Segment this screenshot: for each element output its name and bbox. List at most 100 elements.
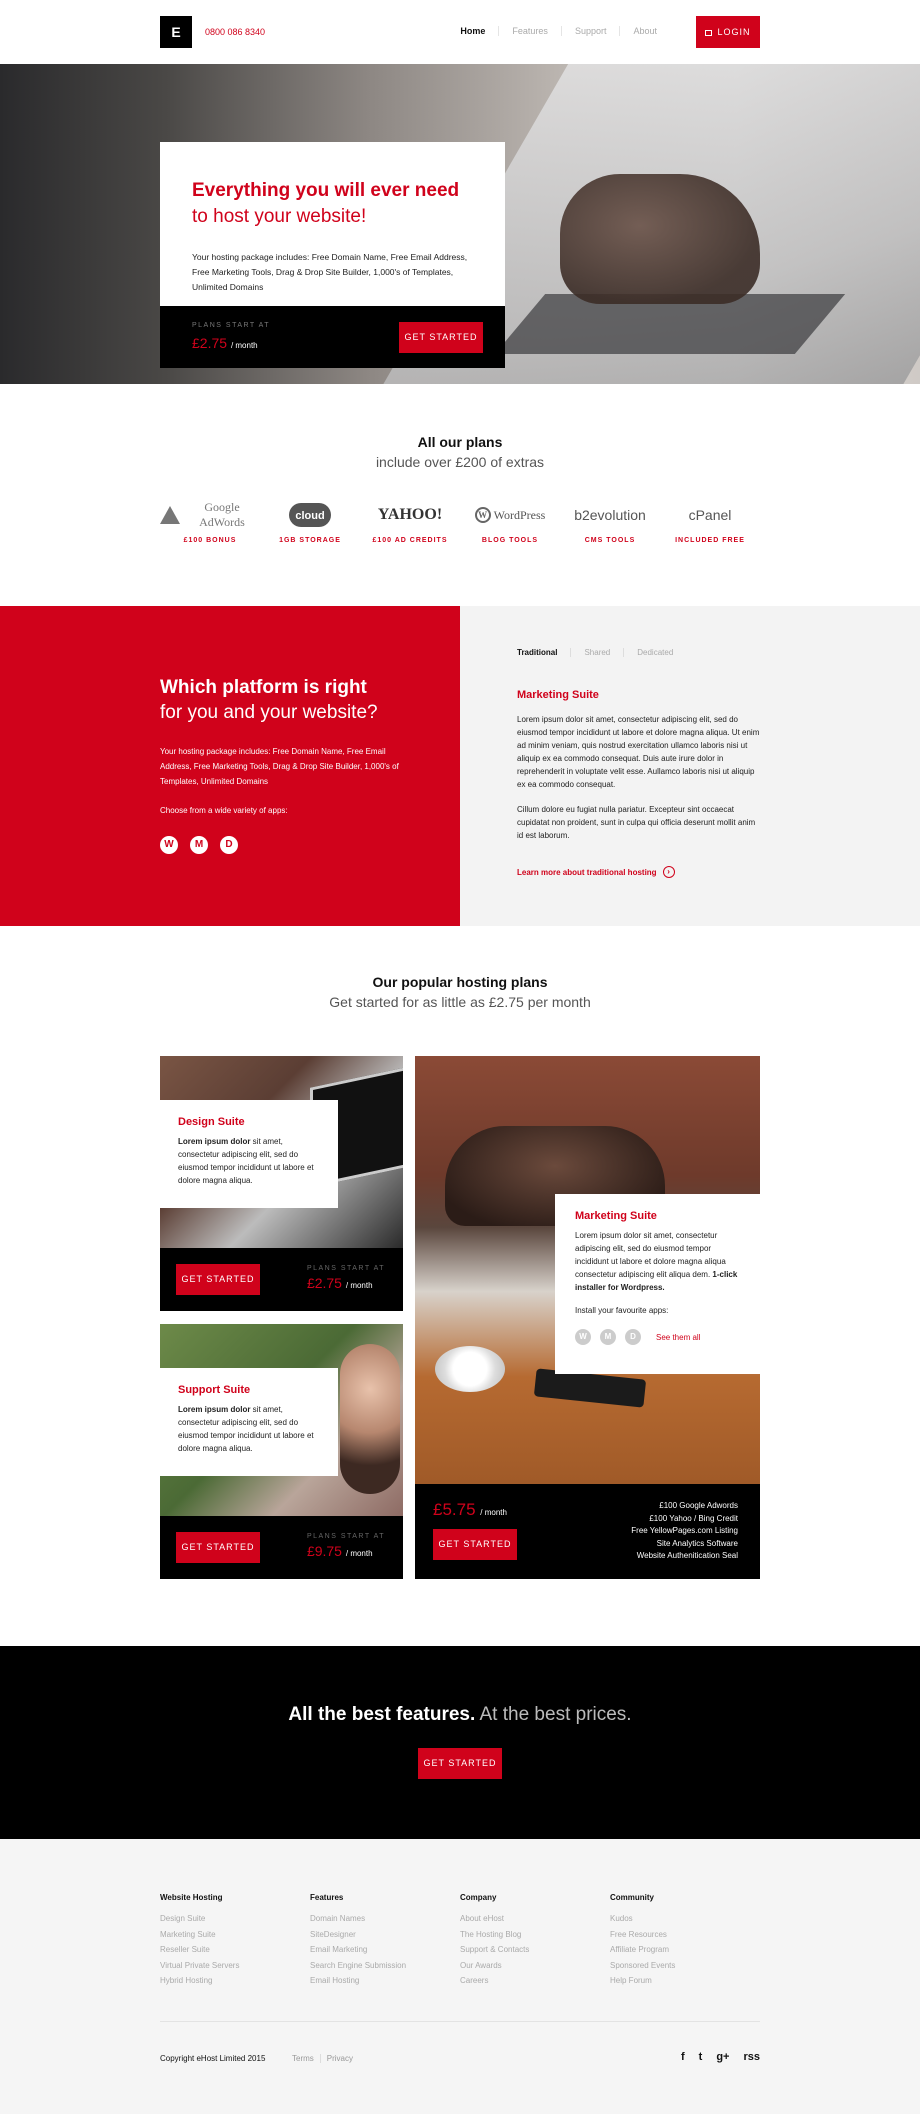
plans-title: All our plans [417, 434, 503, 450]
magento-icon[interactable]: M [190, 836, 208, 854]
drupal-icon[interactable]: D [625, 1329, 641, 1345]
site-logo[interactable]: E [160, 16, 192, 48]
twitter-icon[interactable]: t [699, 2051, 703, 2063]
plans-subtitle: include over £200 of extras [375, 454, 545, 470]
footer-link[interactable]: Affiliate Program [610, 1942, 760, 1958]
yahoo-logo: YAHOO! [377, 506, 443, 523]
google-plus-icon[interactable]: g+ [716, 2051, 729, 2063]
support-suite-card: Support Suite Lorem ipsum dolor sit amet… [160, 1324, 403, 1579]
nav-features[interactable]: Features [498, 26, 561, 36]
footer-link[interactable]: Email Hosting [310, 1973, 460, 1989]
footer-link[interactable]: Our Awards [460, 1958, 610, 1974]
popular-title: Our popular hosting plans [372, 974, 548, 990]
panel-paragraph-1: Lorem ipsum dolor sit amet, consectetur … [517, 715, 760, 789]
marketing-feature-list: £100 Google Adwords £100 Yahoo / Bing Cr… [631, 1500, 738, 1563]
footer-link[interactable]: About eHost [460, 1911, 610, 1927]
social-links: f t g+ rss [667, 2051, 760, 2063]
panel-title: Marketing Suite [517, 689, 599, 701]
design-suite-title: Design Suite [178, 1116, 245, 1128]
support-suite-info: Support Suite Lorem ipsum dolor sit amet… [160, 1368, 338, 1476]
see-all-apps-link[interactable]: See them all [656, 1333, 700, 1342]
wordpress-icon[interactable]: W [575, 1329, 591, 1345]
footer-link[interactable]: Kudos [610, 1911, 760, 1927]
footer-link[interactable]: Reseller Suite [160, 1942, 310, 1958]
footer-link[interactable]: SiteDesigner [310, 1927, 460, 1943]
plans-grid: Design Suite Lorem ipsum dolor sit amet,… [160, 1056, 760, 1584]
footer-link[interactable]: Support & Contacts [460, 1942, 610, 1958]
footer-link[interactable]: Marketing Suite [160, 1927, 310, 1943]
platform-section: Which platform is right for you and your… [0, 606, 920, 926]
brand-caption: INCLUDED FREE [675, 537, 745, 544]
login-button[interactable]: LOGIN [696, 16, 760, 48]
footer-link[interactable]: Free Resources [610, 1927, 760, 1943]
drupal-icon[interactable]: D [220, 836, 238, 854]
feature-item: Free YellowPages.com Listing [631, 1526, 738, 1535]
feature-item: Site Analytics Software [656, 1538, 738, 1548]
footer-column-hosting: Website Hosting Design Suite Marketing S… [160, 1893, 310, 1989]
support-suite-get-started-button[interactable]: GET STARTED [176, 1532, 260, 1563]
legal-links: Terms Privacy [286, 2053, 360, 2063]
footer-link[interactable]: Email Marketing [310, 1942, 460, 1958]
brand-yahoo: YAHOO! £100 AD CREDITS [360, 500, 460, 544]
brand-google: Google AdWords £100 BONUS [160, 500, 260, 544]
footer-link[interactable]: Careers [460, 1973, 610, 1989]
hero-price: £2.75 / month [192, 335, 258, 351]
brand-caption: £100 AD CREDITS [372, 537, 448, 544]
footer-link[interactable]: Domain Names [310, 1911, 460, 1927]
platform-choose: Choose from a wide variety of apps: [160, 806, 288, 815]
marketing-apps: W M D See them all [575, 1329, 740, 1345]
site-header: E 0800 086 8340 Home Features Support Ab… [160, 0, 760, 64]
learn-more-link[interactable]: Learn more about traditional hosting › [517, 866, 920, 878]
design-suite-body: Lorem ipsum dolor sit amet, consectetur … [178, 1137, 314, 1185]
cta-banner: All the best features. At the best price… [0, 1646, 920, 1839]
footer-link[interactable]: The Hosting Blog [460, 1927, 610, 1943]
hero-get-started-button[interactable]: GET STARTED [399, 322, 483, 353]
brand-wordpress: W WordPress BLOG TOOLS [460, 500, 560, 544]
brand-caption: CMS TOOLS [584, 537, 636, 544]
marketing-suite-get-started-button[interactable]: GET STARTED [433, 1529, 517, 1560]
brand-caption: BLOG TOOLS [481, 537, 539, 544]
main-nav: Home Features Support About [447, 26, 670, 36]
brand-caption: 1GB STORAGE [279, 537, 341, 544]
footer-link[interactable]: Design Suite [160, 1911, 310, 1927]
magento-icon[interactable]: M [600, 1329, 616, 1345]
footer-columns: Website Hosting Design Suite Marketing S… [160, 1893, 760, 1989]
phone-number[interactable]: 0800 086 8340 [205, 27, 265, 37]
cta-headline: All the best features. At the best price… [288, 1704, 632, 1725]
footer-link[interactable]: Hybrid Hosting [160, 1973, 310, 1989]
terms-link[interactable]: Terms [286, 2054, 320, 2063]
footer-link[interactable]: Help Forum [610, 1973, 760, 1989]
tab-shared[interactable]: Shared [570, 648, 623, 657]
footer-column-company: Company About eHost The Hosting Blog Sup… [460, 1893, 610, 1989]
support-suite-title: Support Suite [178, 1384, 251, 1396]
facebook-icon[interactable]: f [681, 2051, 685, 2063]
brand-cpanel: cPanel INCLUDED FREE [660, 500, 760, 544]
platform-intro: Which platform is right for you and your… [0, 606, 460, 926]
footer-column-features: Features Domain Names SiteDesigner Email… [310, 1893, 460, 1989]
footer-link[interactable]: Virtual Private Servers [160, 1958, 310, 1974]
all-plans-section: All our plans include over £200 of extra… [0, 384, 920, 606]
hero-body: Your hosting package includes: Free Doma… [192, 252, 468, 292]
support-suite-body: Lorem ipsum dolor sit amet, consectetur … [178, 1405, 314, 1453]
wordpress-logo: W WordPress [460, 500, 560, 530]
privacy-link[interactable]: Privacy [319, 2053, 360, 2063]
hero-hand-image [560, 174, 760, 304]
footer-link[interactable]: Sponsored Events [610, 1958, 760, 1974]
cta-get-started-button[interactable]: GET STARTED [418, 1748, 502, 1779]
tab-traditional[interactable]: Traditional [517, 648, 570, 657]
footer-link[interactable]: Search Engine Submission [310, 1958, 460, 1974]
nav-support[interactable]: Support [560, 26, 620, 36]
feature-item: Website Authenitication Seal [636, 1551, 738, 1560]
design-suite-info: Design Suite Lorem ipsum dolor sit amet,… [160, 1100, 338, 1208]
copyright: Copyright eHost Limited 2015 [160, 2053, 266, 2063]
nav-home[interactable]: Home [447, 26, 498, 36]
rss-icon[interactable]: rss [743, 2051, 760, 2063]
nav-about[interactable]: About [619, 26, 670, 36]
b2evolution-logo: b2evolution [574, 507, 646, 523]
lock-icon [705, 30, 713, 36]
platform-subtitle: for you and your website? [160, 702, 378, 723]
design-suite-get-started-button[interactable]: GET STARTED [176, 1264, 260, 1295]
tab-dedicated[interactable]: Dedicated [623, 648, 686, 657]
wordpress-icon[interactable]: W [160, 836, 178, 854]
platform-title: Which platform is right [160, 677, 367, 698]
